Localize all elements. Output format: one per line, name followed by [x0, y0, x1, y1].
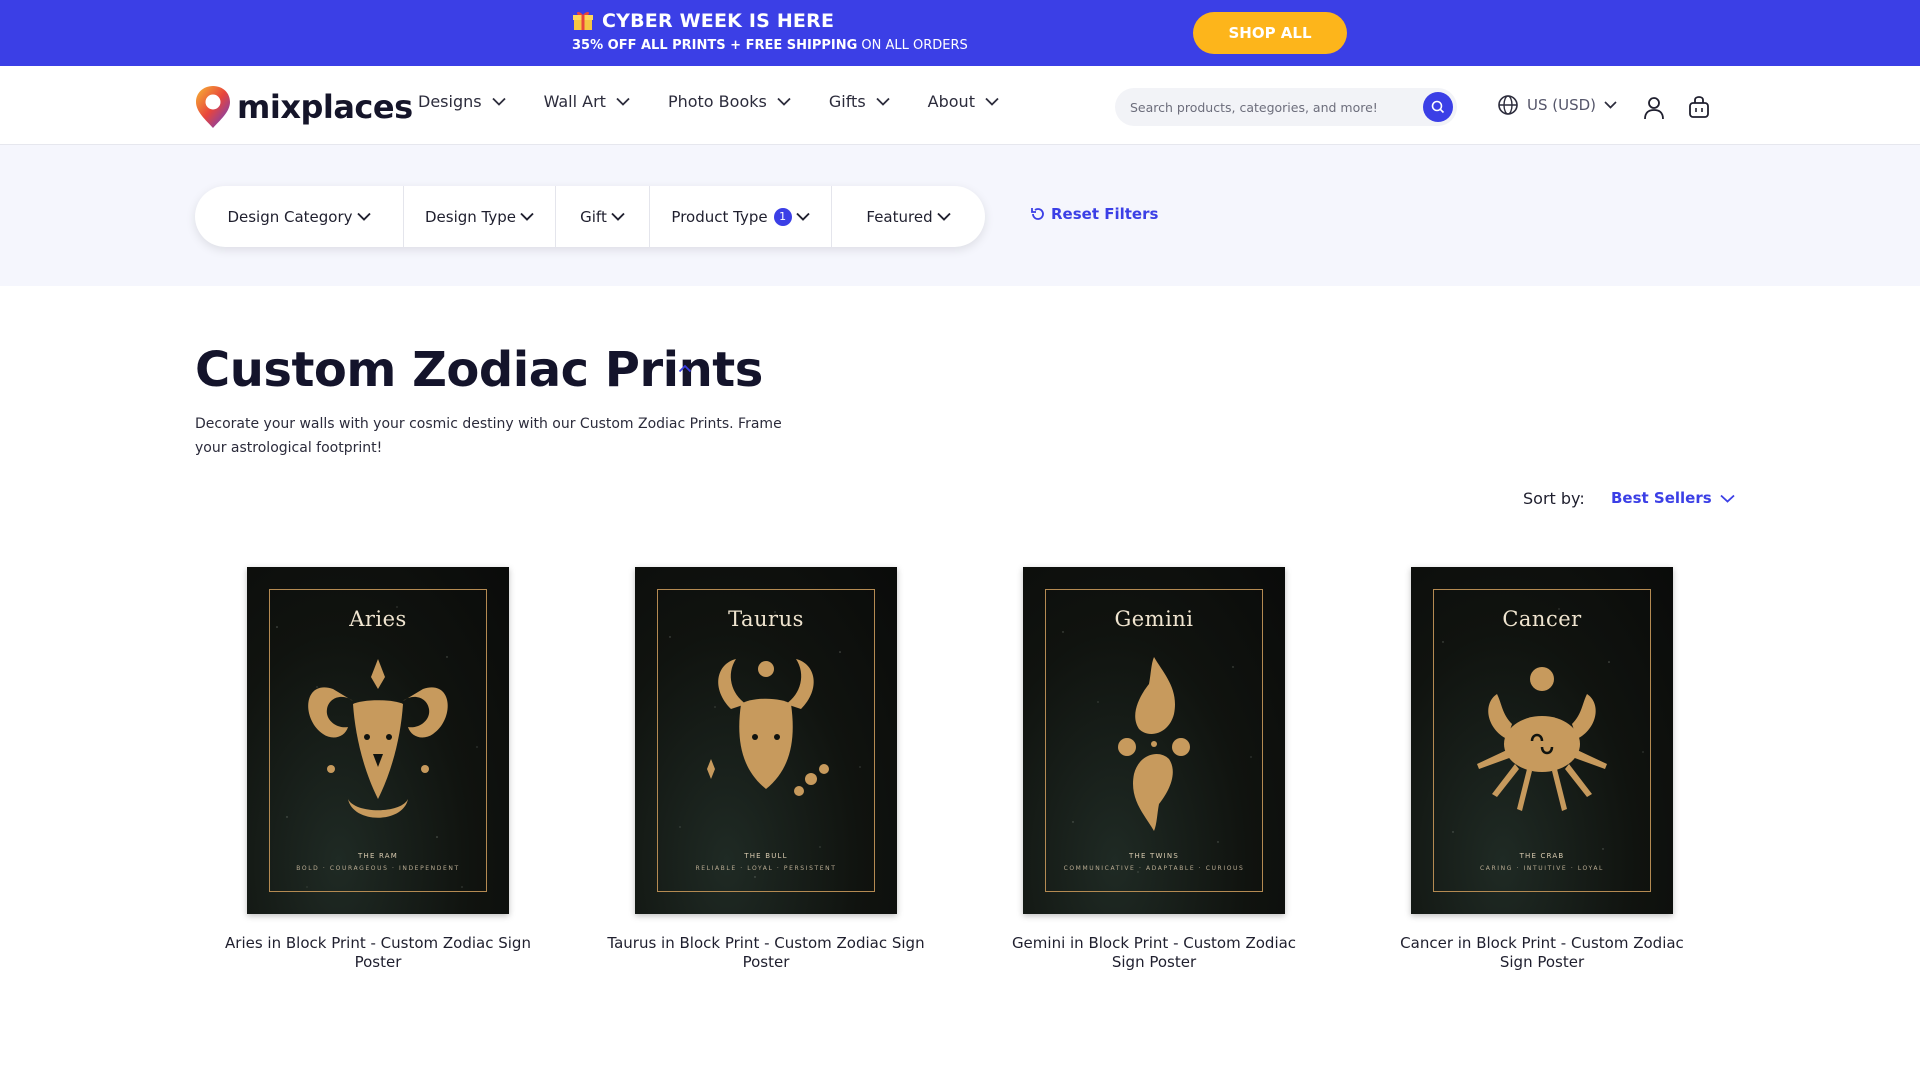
poster-subtitle: THE RAM [358, 852, 398, 860]
promo-subtitle-rest: ON ALL ORDERS [857, 38, 968, 53]
search-icon [1431, 100, 1445, 114]
poster-traits: COMMUNICATIVE · ADAPTABLE · CURIOUS [1063, 865, 1245, 872]
poster-traits: RELIABLE · LOYAL · PERSISTENT [695, 865, 837, 872]
search-input[interactable] [1130, 96, 1410, 118]
logo-pin-icon [196, 86, 230, 128]
poster-sign-name: Cancer [1502, 607, 1582, 631]
nav-about-label: About [927, 92, 975, 111]
chevron-down-icon [1720, 494, 1735, 503]
logo[interactable]: mixplaces [195, 84, 413, 130]
filter-design-category-label: Design Category [227, 207, 353, 226]
product-card[interactable]: Cancer THE CRAB CARING · INTUITIVE · LOY… [1372, 567, 1712, 972]
product-card[interactable]: Taurus THE BULL RELIABLE · LOYAL · PERSI… [596, 567, 936, 972]
account-icon[interactable] [1643, 96, 1665, 120]
site-header: mixplaces Designs Wall Art Photo Books G… [0, 66, 1920, 145]
chevron-down-icon [985, 97, 999, 106]
locale-selector[interactable]: US (USD) [1497, 94, 1617, 116]
promo-title: CYBER WEEK IS HERE [602, 10, 835, 32]
promo-subtitle: 35% OFF ALL PRINTS + FREE SHIPPING ON AL… [572, 38, 968, 53]
poster-subtitle: THE BULL [744, 852, 788, 860]
promo-banner: CYBER WEEK IS HERE 35% OFF ALL PRINTS + … [0, 0, 1920, 66]
filter-gift-label: Gift [580, 207, 607, 226]
gift-icon [573, 11, 593, 30]
poster-traits: CARING · INTUITIVE · LOYAL [1480, 865, 1604, 872]
poster-subtitle: THE TWINS [1129, 852, 1179, 860]
filter-count-badge: 1 [773, 207, 792, 226]
filter-design-type[interactable]: Design Type [404, 186, 556, 247]
filter-design-type-label: Design Type [424, 207, 516, 226]
product-image[interactable]: Cancer THE CRAB CARING · INTUITIVE · LOY… [1411, 567, 1673, 914]
filter-product-type[interactable]: Product Type 1 [650, 186, 832, 247]
sort-label: Sort by: [1523, 489, 1585, 508]
ram-icon [308, 659, 448, 818]
product-title[interactable]: Cancer in Block Print - Custom Zodiac Si… [1372, 934, 1712, 972]
globe-icon [1498, 95, 1518, 115]
nav-designs[interactable]: Designs [418, 92, 506, 111]
filter-section: Design Category Design Type Gift Product… [0, 145, 1920, 286]
chevron-down-icon [876, 97, 890, 106]
locale-label: US (USD) [1527, 96, 1597, 114]
reset-filters-label: Reset Filters [1051, 205, 1159, 223]
product-image[interactable]: Taurus THE BULL RELIABLE · LOYAL · PERSI… [635, 567, 897, 914]
filter-design-category[interactable]: Design Category [195, 186, 404, 247]
poster-sign-name: Gemini [1114, 607, 1194, 631]
poster-sign-name: Taurus [728, 607, 804, 631]
nav-about[interactable]: About [928, 92, 999, 111]
logo-text: mixplaces [237, 88, 413, 126]
search-button[interactable] [1423, 92, 1453, 122]
nav-wall-art-label: Wall Art [543, 92, 606, 111]
search-bar [1115, 88, 1457, 126]
sort-value: Best Sellers [1611, 489, 1712, 507]
bull-icon [707, 659, 829, 796]
chevron-down-icon [777, 97, 791, 106]
nav-photo-books[interactable]: Photo Books [668, 92, 791, 111]
filter-bar: Design Category Design Type Gift Product… [195, 186, 985, 247]
filter-product-type-label: Product Type [671, 207, 768, 226]
chevron-down-icon [491, 97, 506, 106]
chevron-down-icon [356, 212, 371, 221]
reset-filters-button[interactable]: Reset Filters [1030, 205, 1158, 223]
chevron-down-icon [795, 212, 810, 221]
shop-all-button[interactable]: SHOP ALL [1193, 12, 1347, 54]
reset-icon [1031, 208, 1044, 220]
product-title[interactable]: Gemini in Block Print - Custom Zodiac Si… [984, 934, 1324, 972]
product-image[interactable]: Aries THE RAM BOLD · COURAGEOUS · INDEPE… [247, 567, 509, 914]
filter-featured[interactable]: Featured [832, 186, 985, 247]
chevron-down-icon [936, 212, 951, 221]
filter-gift[interactable]: Gift [556, 186, 650, 247]
page-description: Decorate your walls with your cosmic des… [195, 416, 782, 456]
product-card[interactable]: Gemini THE TWINS COMMUNICATIVE · ADAPTAB… [984, 567, 1324, 972]
crab-icon [1477, 667, 1607, 811]
chevron-down-icon [616, 97, 630, 106]
poster-traits: BOLD · COURAGEOUS · INDEPENDENT [296, 865, 460, 872]
sort-dropdown[interactable]: Best Sellers [1611, 489, 1735, 507]
product-title[interactable]: Aries in Block Print - Custom Zodiac Sig… [208, 934, 548, 972]
promo-subtitle-bold: 35% OFF ALL PRINTS + FREE SHIPPING [572, 38, 858, 53]
chevron-down-icon [1604, 101, 1617, 109]
nav-gifts-label: Gifts [828, 92, 866, 111]
poster-sign-name: Aries [349, 607, 407, 631]
nav-photo-books-label: Photo Books [667, 92, 767, 111]
filter-featured-label: Featured [866, 207, 933, 226]
nav-designs-label: Designs [418, 92, 482, 111]
chevron-down-icon [520, 212, 534, 221]
nav-wall-art[interactable]: Wall Art [544, 92, 630, 111]
product-title[interactable]: Taurus in Block Print - Custom Zodiac Si… [596, 934, 936, 972]
product-card[interactable]: Aries THE RAM BOLD · COURAGEOUS · INDEPE… [208, 567, 548, 972]
nav-gifts[interactable]: Gifts [829, 92, 890, 111]
product-image[interactable]: Gemini THE TWINS COMMUNICATIVE · ADAPTAB… [1023, 567, 1285, 914]
chevron-up-icon[interactable] [678, 364, 692, 373]
poster-subtitle: THE CRAB [1519, 852, 1565, 860]
twins-icon [1118, 657, 1190, 831]
cart-icon[interactable] [1688, 96, 1710, 120]
chevron-down-icon [611, 212, 625, 221]
main-nav: Designs Wall Art Photo Books Gifts About [418, 92, 999, 111]
